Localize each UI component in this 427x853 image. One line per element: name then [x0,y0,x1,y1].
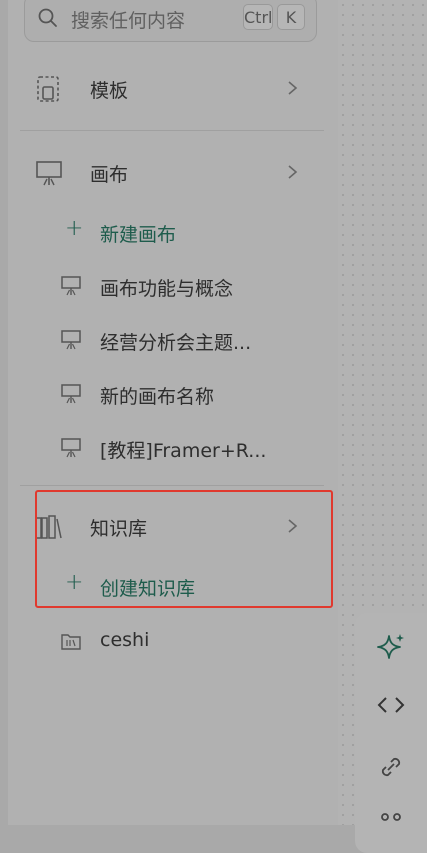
divider [20,130,324,131]
plus-icon: + [65,216,84,241]
canvas-list-item[interactable]: [教程]Framer+R... [60,430,310,466]
chevron-right-icon [288,165,298,179]
search-placeholder: 搜索任何内容 [71,10,186,32]
sidebar-item-label: 画布 [90,164,129,186]
shortcut-k-key: K [277,4,305,30]
canvas-item-label: 经营分析会主题... [100,332,252,354]
sidebar [8,0,338,825]
search-box[interactable]: 搜索任何内容 Ctrl K [24,0,317,42]
knowledge-base-item-label: ceshi [100,629,150,651]
highlight-box [35,490,333,608]
canvas-list-item[interactable]: 经营分析会主题... [60,322,310,358]
sparkle-ai-icon[interactable] [375,631,407,663]
canvas-easel-icon [61,438,81,458]
canvas-list-item[interactable]: 新的画布名称 [60,376,310,412]
canvas-easel-icon [61,330,81,350]
code-icon[interactable] [375,689,407,721]
canvas-item-label: [教程]Framer+R... [100,440,267,462]
link-icon[interactable] [375,751,407,783]
floating-toolbar [355,613,427,853]
canvas-easel-icon [61,384,81,404]
search-icon [38,8,57,27]
canvas-easel-icon [61,276,81,296]
sidebar-item-label: 模板 [90,80,129,102]
chevron-right-icon [288,81,298,95]
divider [20,485,324,486]
new-canvas-button[interactable]: + 新建画布 [60,214,310,250]
shortcut-ctrl-key: Ctrl [243,4,273,30]
canvas-list-item[interactable]: 画布功能与概念 [60,268,310,304]
template-icon [37,76,59,102]
canvas-item-label: 画布功能与概念 [100,278,234,300]
knowledge-base-list-item[interactable]: ceshi [60,623,310,659]
canvas-easel-icon [36,161,62,186]
knowledge-folder-icon [61,634,81,650]
new-canvas-label: 新建画布 [100,224,177,246]
sidebar-item-canvas[interactable]: 画布 [30,150,320,194]
sidebar-item-templates[interactable]: 模板 [30,66,320,110]
branch-icon[interactable] [375,809,407,841]
canvas-item-label: 新的画布名称 [100,386,215,408]
